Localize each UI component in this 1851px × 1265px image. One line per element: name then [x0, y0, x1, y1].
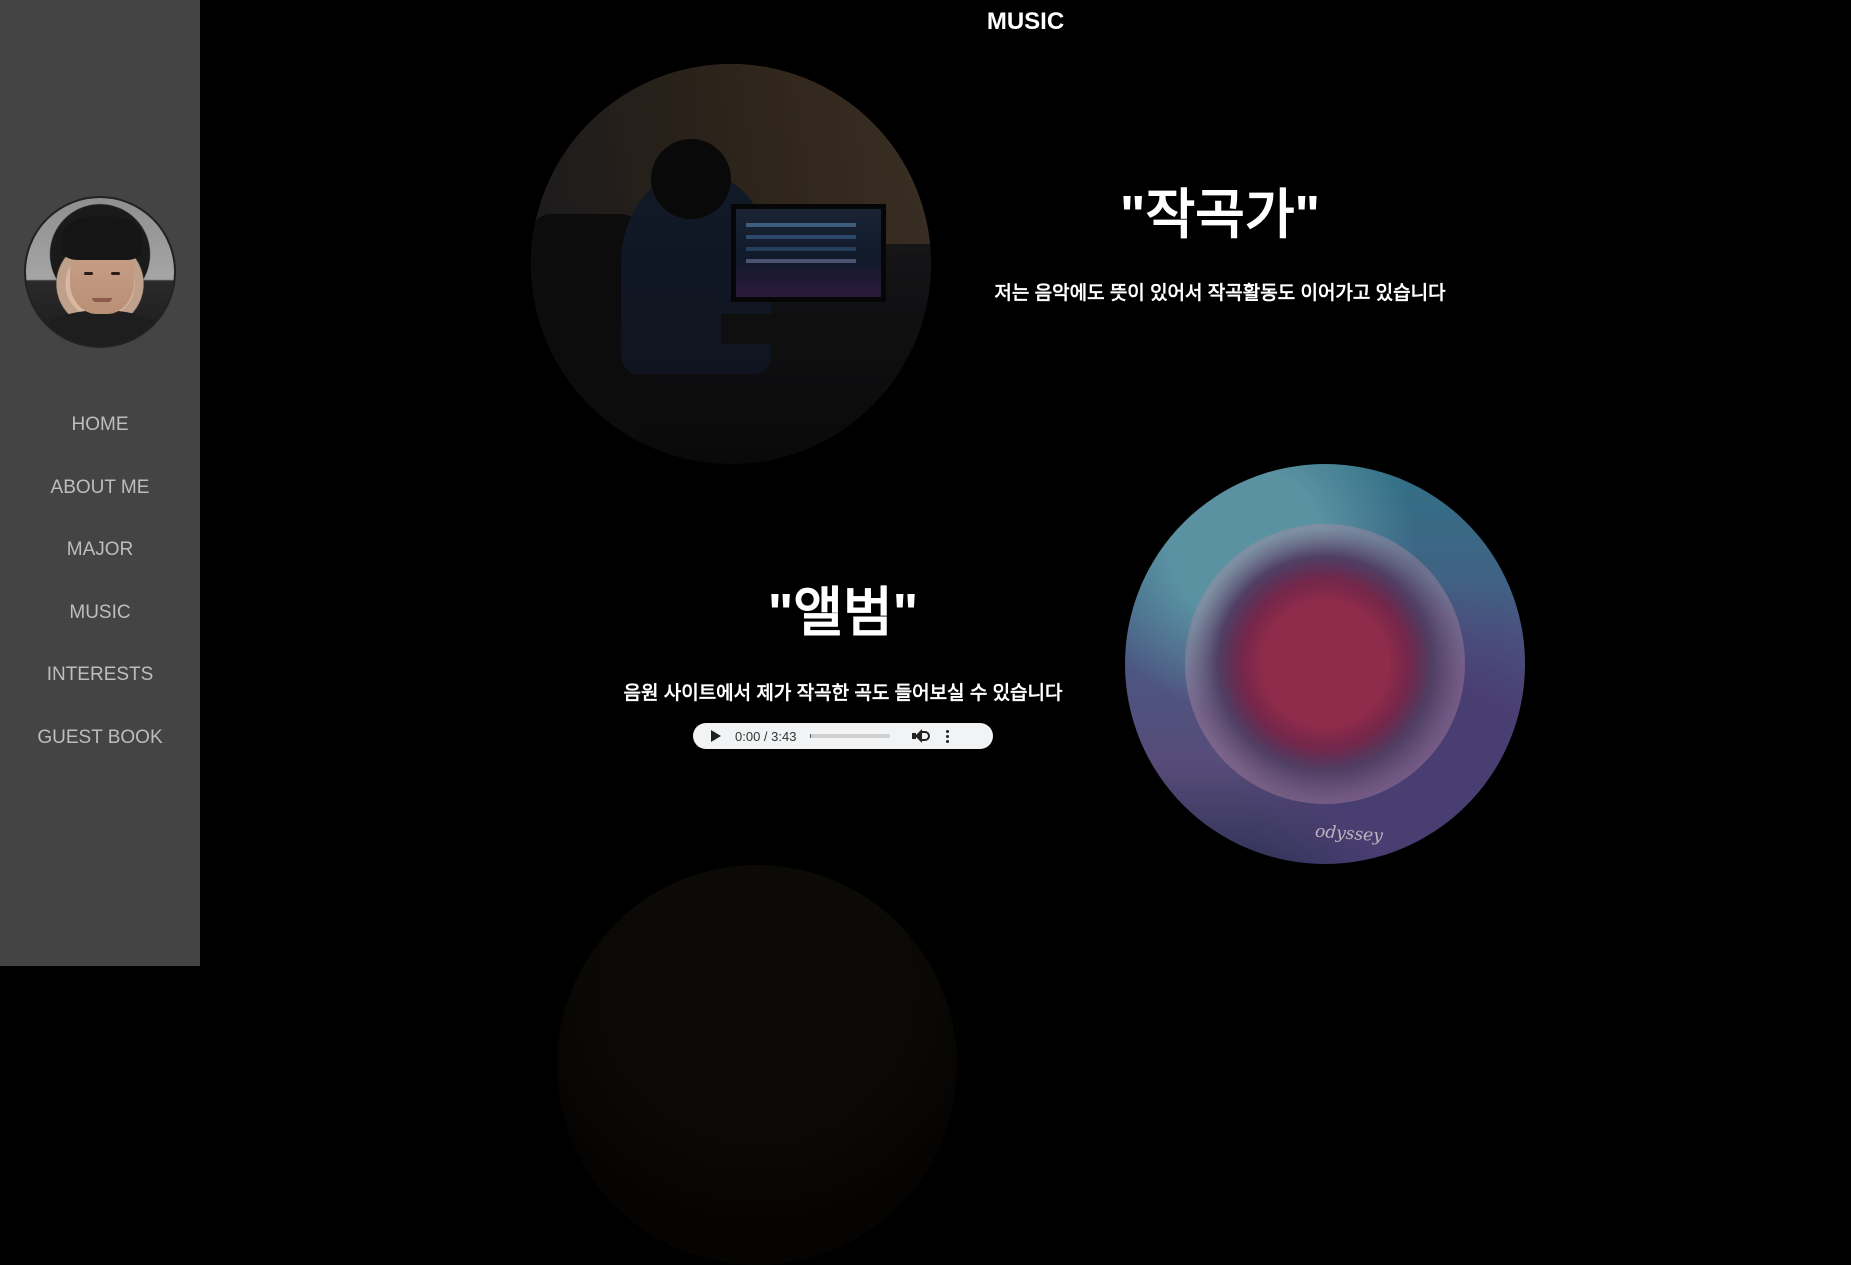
composer-text: 저는 음악에도 뜻이 있어서 작곡활동도 이어가고 있습니다: [920, 278, 1520, 305]
sidebar: HOME ABOUT ME MAJOR MUSIC INTERESTS GUES…: [0, 0, 200, 966]
nav-music[interactable]: MUSIC: [0, 588, 200, 651]
audio-player[interactable]: 0:00 / 3:43: [693, 723, 993, 749]
avatar-eye-left: [84, 272, 93, 275]
nav-about-me[interactable]: ABOUT ME: [0, 463, 200, 526]
studio-photo: [531, 64, 931, 464]
nav-guest-book[interactable]: GUEST BOOK: [0, 713, 200, 776]
volume-wave: [922, 731, 930, 741]
sidebar-nav: HOME ABOUT ME MAJOR MUSIC INTERESTS GUES…: [0, 400, 200, 775]
album-cover-photo: odyssey: [1125, 464, 1525, 864]
studio-photo-overlay: [531, 64, 931, 464]
nav-major[interactable]: MAJOR: [0, 525, 200, 588]
avatar-shirt: [36, 310, 168, 348]
album-title: "앨범": [593, 568, 1093, 647]
avatar-hair: [62, 216, 142, 260]
page-title: MUSIC: [200, 8, 1851, 36]
avatar-mouth: [92, 298, 112, 302]
avatar-eye-right: [111, 272, 120, 275]
play-icon[interactable]: [711, 730, 721, 742]
album-cover-overlay: [1125, 464, 1525, 864]
more-options-icon[interactable]: [946, 730, 949, 743]
avatar: [24, 196, 176, 348]
composer-title: "작곡가": [970, 170, 1470, 249]
nav-home[interactable]: HOME: [0, 400, 200, 463]
audio-progress[interactable]: [810, 734, 890, 738]
volume-icon[interactable]: [912, 729, 928, 743]
third-photo: [557, 865, 957, 1265]
album-text: 음원 사이트에서 제가 작곡한 곡도 들어보실 수 있습니다: [543, 678, 1143, 705]
audio-time: 0:00 / 3:43: [735, 729, 796, 744]
nav-interests[interactable]: INTERESTS: [0, 650, 200, 713]
